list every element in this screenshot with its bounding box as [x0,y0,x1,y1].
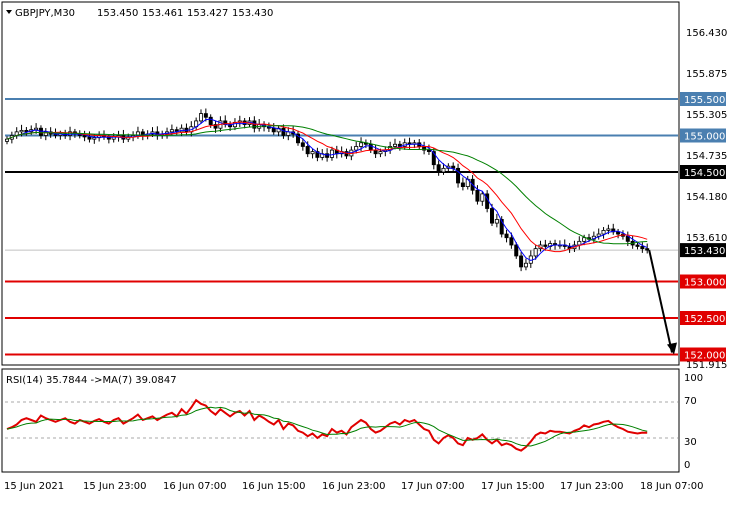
candle-body [475,189,480,202]
time-label: 17 Jun 07:00 [401,481,465,492]
level-tag-label: 152.000 [684,351,725,362]
time-label: 18 Jun 07:00 [640,481,704,492]
current-price-label: 153.430 [684,246,725,257]
price-tick: 155.305 [686,110,727,121]
ohlc-close: 153.430 [232,8,273,19]
candle-body [271,127,276,133]
price-tick: 155.875 [686,69,727,80]
time-label: 17 Jun 15:00 [481,481,545,492]
candle-body [92,137,97,140]
rsi-tick: 100 [684,373,703,384]
candle-body [38,127,43,136]
level-tag-label: 155.000 [684,132,725,143]
candle-body [300,142,305,147]
candle-body [601,229,606,235]
price-tick: 153.610 [686,233,727,244]
candle-body [543,244,548,247]
candle-body [208,116,213,125]
ohlc-high: 153.461 [142,8,183,19]
time-label: 16 Jun 15:00 [242,481,306,492]
candle-body [203,113,208,118]
candle-body [606,228,611,231]
symbol-label: GBPJPY,M30 [15,8,75,19]
time-label: 17 Jun 23:00 [560,481,624,492]
time-label: 15 Jun 23:00 [83,481,147,492]
candle-body [426,149,431,152]
candle-body [392,143,397,147]
candle-body [504,233,509,239]
rsi-header: RSI(14) 35.7844 ->MA(7) 39.0847 [6,375,177,386]
candle-body [533,248,538,257]
candle-body [378,151,383,155]
rsi-tick: 0 [684,460,690,471]
candle-body [305,146,310,155]
candle-body [509,237,514,246]
time-axis: 15 Jun 2021 15 Jun 23:00 16 Jun 07:00 16… [4,481,704,492]
candle-body [368,143,373,151]
candle-body [198,113,203,122]
candle-body [87,136,92,140]
level-tag-label: 152.500 [684,314,725,325]
candle-body [310,151,315,155]
candle-body [635,244,640,247]
candle-body [460,182,465,187]
level-tag-label: 153.000 [684,278,725,289]
candle-body [616,231,621,235]
price-tick: 156.430 [686,28,727,39]
candle-body [519,255,524,268]
candle-body [329,149,334,158]
time-label: 16 Jun 07:00 [163,481,227,492]
level-tag-label: 155.500 [684,95,725,106]
level-tag-label: 154.500 [684,168,725,179]
price-tick: 154.180 [686,192,727,203]
candle-body [436,164,441,173]
candle-body [82,135,87,138]
candle-body [169,129,174,133]
price-tick: 154.735 [686,151,727,162]
ohlc-low: 153.427 [187,8,228,19]
time-label: 15 Jun 2021 [4,481,64,492]
rsi-tick: 70 [684,396,697,407]
candle-body [5,138,10,142]
candle-body [582,237,587,242]
candle-body [645,248,650,251]
candle-body [354,146,359,151]
chart-window: GBPJPY,M30 153.450 153.461 153.427 153.4… [0,0,741,505]
candle-body [34,127,39,131]
rsi-tick: 30 [684,437,697,448]
candle-body [514,244,519,257]
candle-body [489,208,494,224]
candle-body [373,149,378,155]
candle-body [19,129,24,133]
candle-body [640,246,645,250]
ohlc-open: 153.450 [97,8,138,19]
candle-body [523,262,528,268]
candle-body [359,142,364,147]
price-tick: 151.915 [686,360,727,371]
candle-body [480,193,485,202]
time-label: 16 Jun 23:00 [322,481,386,492]
candle-body [441,167,446,173]
candle-body [494,219,499,224]
candle-body [281,127,286,136]
